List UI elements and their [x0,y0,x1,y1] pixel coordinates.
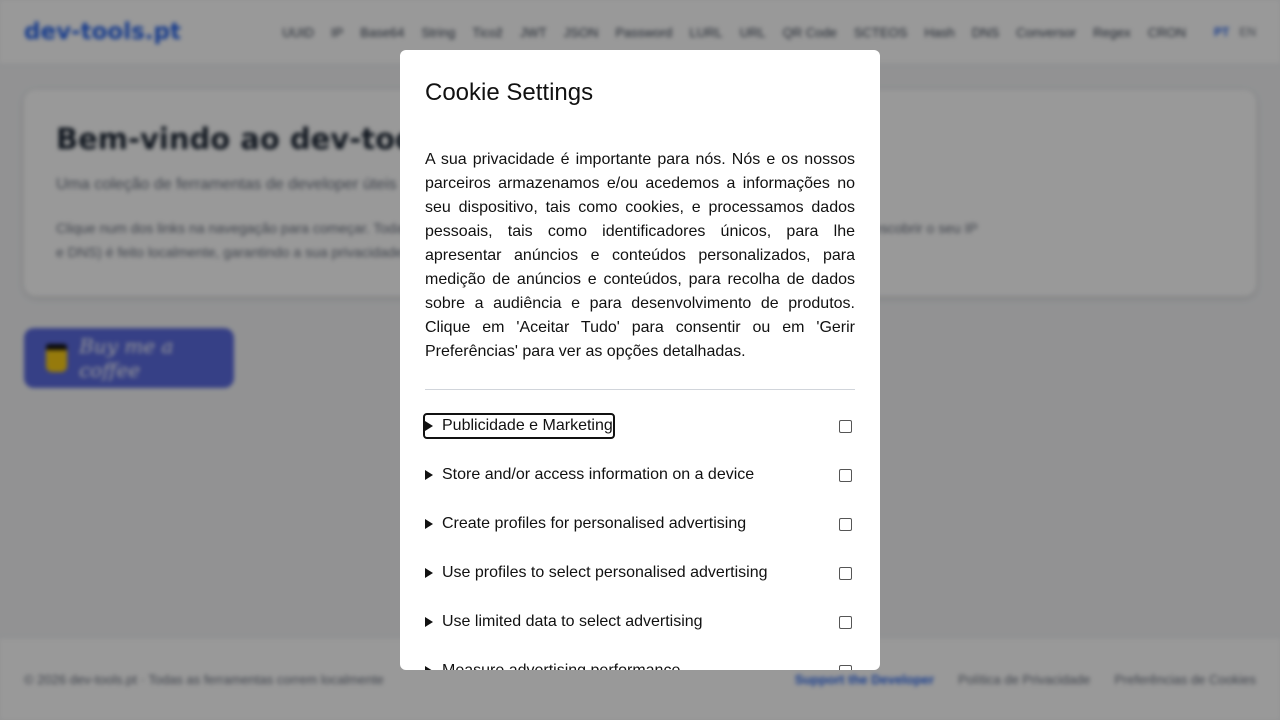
consent-option-row: Publicidade e Marketing [423,410,855,459]
consent-option-label: Use limited data to select advertising [442,613,703,630]
privacy-notice-text: A sua privacidade é importante para nós.… [425,151,855,360]
consent-option-row: Create profiles for personalised adverti… [425,508,855,557]
consent-option-label: Use profiles to select personalised adve… [442,564,768,581]
consent-checkbox[interactable] [839,616,852,629]
expand-triangle-icon [425,568,433,578]
consent-option-toggle[interactable]: Create profiles for personalised adverti… [425,513,746,535]
consent-option-row: Store and/or access information on a dev… [425,459,855,508]
consent-option-toggle[interactable]: Use limited data to select advertising [425,611,703,633]
consent-option-row: Use profiles to select personalised adve… [425,557,855,606]
consent-option-toggle[interactable]: Publicidade e Marketing [423,413,615,439]
consent-checkbox[interactable] [839,567,852,580]
consent-option-row: Use limited data to select advertising [425,606,855,655]
expand-triangle-icon [425,421,433,431]
consent-option-toggle[interactable]: Store and/or access information on a dev… [425,464,754,486]
consent-option-row: Measure advertising performance [425,655,855,670]
expand-triangle-icon [425,617,433,627]
cookie-settings-title: Cookie Settings [425,79,594,106]
expand-triangle-icon [425,519,433,529]
consent-option-label: Publicidade e Marketing [442,417,613,434]
consent-checkbox[interactable] [839,665,852,670]
divider [425,389,855,390]
consent-option-toggle[interactable]: Use profiles to select personalised adve… [425,562,768,584]
consent-checkbox[interactable] [839,469,852,482]
consent-option-label: Measure advertising performance [442,662,680,670]
expand-triangle-icon [425,666,433,670]
expand-triangle-icon [425,470,433,480]
consent-option-toggle[interactable]: Measure advertising performance [425,660,680,670]
consent-checkbox[interactable] [839,420,852,433]
consent-option-label: Create profiles for personalised adverti… [442,515,747,532]
consent-option-label: Store and/or access information on a dev… [442,466,755,483]
consent-checkbox[interactable] [839,518,852,531]
cookie-settings-dialog: Cookie Settings A sua privacidade é impo… [400,50,880,670]
